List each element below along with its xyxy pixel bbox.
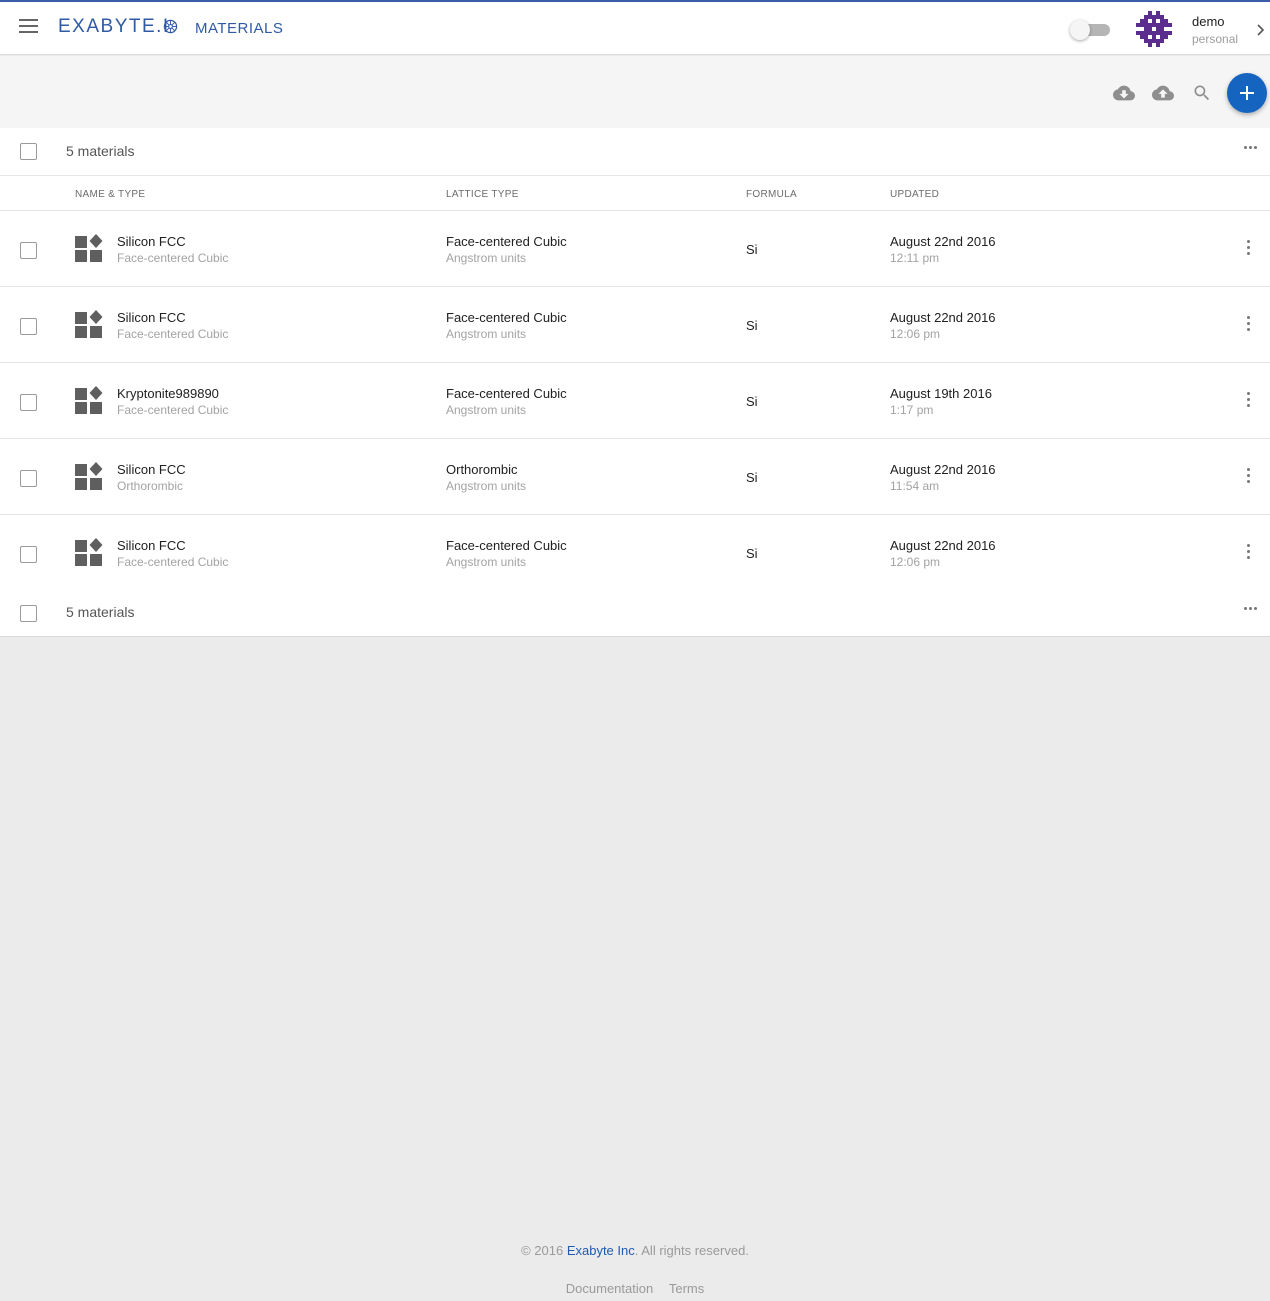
updated-time: 12:11 pm <box>890 251 940 265</box>
table-row[interactable]: Silicon FCC Face-centered Cubic Face-cen… <box>0 515 1270 591</box>
page-title: MATERIALS <box>195 20 284 37</box>
more-horiz-icon[interactable] <box>1244 145 1260 151</box>
material-type: Face-centered Cubic <box>117 251 229 265</box>
lattice-units: Angstrom units <box>446 327 527 341</box>
copyright-suffix: . All rights reserved. <box>634 1243 749 1258</box>
chevron-right-icon[interactable] <box>1255 22 1267 38</box>
table-row[interactable]: Kryptonite989890 Face-centered Cubic Fac… <box>0 363 1270 439</box>
materials-count-bottom: 5 materials <box>66 604 135 620</box>
material-icon <box>75 538 103 566</box>
add-icon <box>1240 86 1254 100</box>
logo-wheel-icon <box>163 19 178 34</box>
column-header-updated[interactable]: UPDATED <box>890 189 939 200</box>
formula: Si <box>746 546 758 561</box>
table-row[interactable]: Silicon FCC Orthorombic Orthorombic Angs… <box>0 439 1270 515</box>
lattice-units: Angstrom units <box>446 251 527 265</box>
materials-list-card: 5 materials NAME & TYPE LATTICE TYPE FOR… <box>0 128 1270 637</box>
user-account: personal <box>1192 32 1239 46</box>
row-checkbox[interactable] <box>20 470 37 487</box>
select-all-checkbox[interactable] <box>20 143 37 160</box>
lattice-units: Angstrom units <box>446 479 527 493</box>
updated-date: August 19th 2016 <box>890 386 992 401</box>
avatar[interactable] <box>1136 11 1172 47</box>
company-link[interactable]: Exabyte Inc <box>567 1243 635 1258</box>
materials-count: 5 materials <box>66 143 135 159</box>
column-header-formula[interactable]: FORMULA <box>746 189 797 200</box>
lattice-type: Face-centered Cubic <box>446 234 567 249</box>
table-row[interactable]: Silicon FCC Face-centered Cubic Face-cen… <box>0 211 1270 287</box>
material-name[interactable]: Silicon FCC <box>117 234 186 249</box>
menu-icon[interactable] <box>19 19 38 35</box>
row-checkbox[interactable] <box>20 394 37 411</box>
terms-link[interactable]: Terms <box>669 1281 704 1296</box>
cloud-download-icon[interactable] <box>1113 82 1135 104</box>
material-icon <box>75 310 103 338</box>
user-name[interactable]: demo <box>1192 14 1225 29</box>
material-icon <box>75 234 103 262</box>
toggle-thumb <box>1070 20 1090 40</box>
material-type: Face-centered Cubic <box>117 403 229 417</box>
material-type: Face-centered Cubic <box>117 327 229 341</box>
material-type: Face-centered Cubic <box>117 555 229 569</box>
material-name[interactable]: Kryptonite989890 <box>117 386 219 401</box>
row-checkbox[interactable] <box>20 546 37 563</box>
lattice-type: Face-centered Cubic <box>446 386 567 401</box>
more-vert-icon[interactable] <box>1246 392 1252 408</box>
more-vert-icon[interactable] <box>1246 240 1252 256</box>
top-app-bar: EXABYTE.I MATERIALS demo personal <box>0 0 1270 55</box>
lattice-units: Angstrom units <box>446 403 527 417</box>
materials-toolbar <box>0 56 1270 128</box>
select-all-checkbox-bottom[interactable] <box>20 605 37 622</box>
updated-time: 12:06 pm <box>890 327 941 341</box>
search-icon[interactable] <box>1192 83 1212 103</box>
material-type: Orthorombic <box>117 479 184 493</box>
updated-date: August 22nd 2016 <box>890 462 996 477</box>
more-vert-icon[interactable] <box>1246 544 1252 560</box>
more-vert-icon[interactable] <box>1246 316 1252 332</box>
row-checkbox[interactable] <box>20 242 37 259</box>
more-vert-icon[interactable] <box>1246 468 1252 484</box>
updated-time: 1:17 pm <box>890 403 934 417</box>
updated-date: August 22nd 2016 <box>890 538 996 553</box>
copyright-prefix: © 2016 <box>521 1243 567 1258</box>
formula: Si <box>746 242 758 257</box>
documentation-link[interactable]: Documentation <box>566 1281 653 1296</box>
formula: Si <box>746 470 758 485</box>
logo-text[interactable]: EXABYTE.I <box>58 16 170 38</box>
add-material-button[interactable] <box>1227 73 1267 113</box>
formula: Si <box>746 318 758 333</box>
copyright-text: © 2016 Exabyte Inc. All rights reserved. <box>0 1243 1270 1258</box>
material-icon <box>75 386 103 414</box>
lattice-type: Face-centered Cubic <box>446 310 567 325</box>
more-horiz-icon[interactable] <box>1244 606 1260 612</box>
cloud-upload-icon[interactable] <box>1152 82 1174 104</box>
table-row[interactable]: Silicon FCC Face-centered Cubic Face-cen… <box>0 287 1270 363</box>
footer-links: Documentation Terms <box>0 1281 1270 1296</box>
table-header: NAME & TYPE LATTICE TYPE FORMULA UPDATED <box>0 175 1270 211</box>
updated-date: August 22nd 2016 <box>890 310 996 325</box>
column-header-lattice[interactable]: LATTICE TYPE <box>446 189 519 200</box>
material-name[interactable]: Silicon FCC <box>117 538 186 553</box>
material-name[interactable]: Silicon FCC <box>117 462 186 477</box>
column-header-name[interactable]: NAME & TYPE <box>75 189 145 200</box>
row-checkbox[interactable] <box>20 318 37 335</box>
lattice-units: Angstrom units <box>446 555 527 569</box>
updated-time: 11:54 am <box>890 479 940 493</box>
formula: Si <box>746 394 758 409</box>
material-name[interactable]: Silicon FCC <box>117 310 186 325</box>
theme-toggle[interactable] <box>1070 20 1110 40</box>
updated-time: 12:06 pm <box>890 555 941 569</box>
material-icon <box>75 462 103 490</box>
updated-date: August 22nd 2016 <box>890 234 996 249</box>
lattice-type: Face-centered Cubic <box>446 538 567 553</box>
lattice-type: Orthorombic <box>446 462 518 477</box>
